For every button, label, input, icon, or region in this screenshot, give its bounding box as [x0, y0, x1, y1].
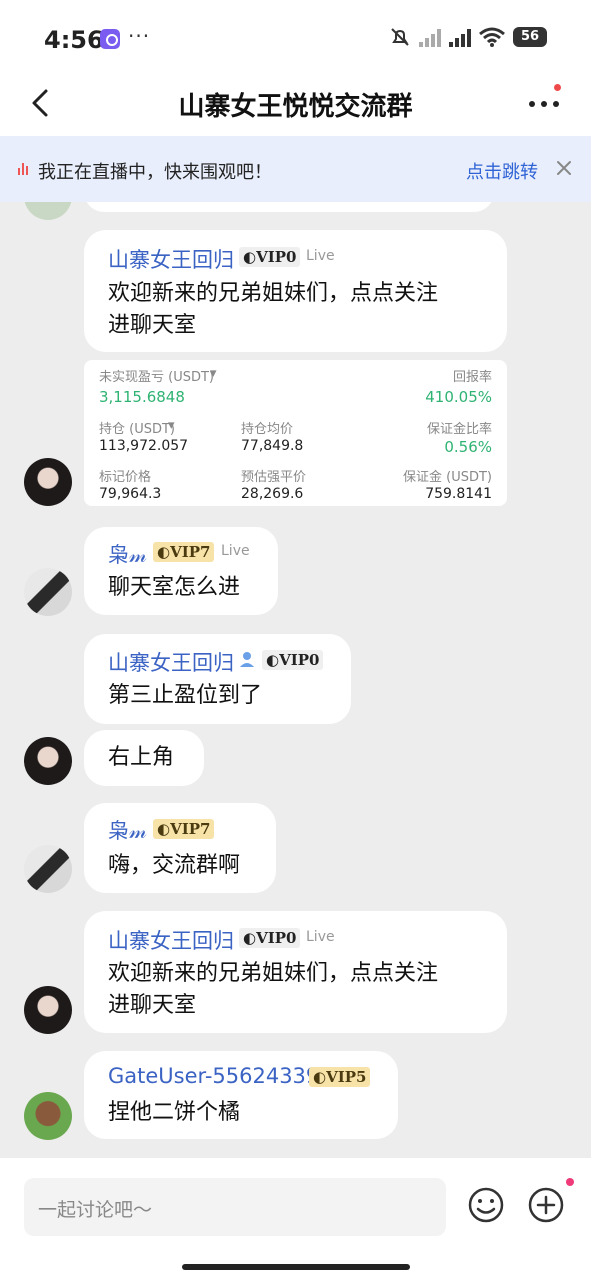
chat-header: 山寨女王悦悦交流群	[0, 72, 591, 136]
message-text: 第三止盈位到了	[108, 683, 263, 708]
message-text: 捏他二饼个橘	[108, 1100, 241, 1125]
message-text: 欢迎新来的兄弟姐妹们，点点关注	[108, 961, 439, 986]
wifi-icon	[479, 27, 505, 47]
signal-icon-2	[449, 27, 471, 47]
status-time: 4:56	[44, 26, 104, 54]
vip-badge: ◐VIP5	[309, 1067, 371, 1087]
dropdown-caret-icon[interactable]: ▾	[210, 366, 217, 381]
more-options-icon[interactable]	[527, 90, 561, 118]
avatar-partial	[24, 202, 72, 220]
username[interactable]: 山寨女王回归	[108, 647, 234, 677]
home-indicator[interactable]	[182, 1264, 410, 1270]
pnl-label: 未实现盈亏 (USDT)	[99, 370, 214, 385]
liq-label: 预估强平价	[241, 470, 307, 485]
username[interactable]: 枭𝓂	[108, 539, 147, 569]
entry-label: 持仓均价	[241, 422, 294, 437]
username[interactable]: 枭𝓂	[108, 815, 147, 845]
size-label: 持仓 (USDT)	[99, 422, 175, 437]
user-icon	[240, 652, 254, 667]
username[interactable]: 山寨女王回归	[108, 925, 234, 955]
liq-value: 28,269.6	[241, 486, 304, 502]
username[interactable]: GateUser-55624339	[108, 1064, 319, 1088]
live-banner-text: 我正在直播中，快来围观吧！	[38, 162, 272, 183]
live-tag: Live	[221, 543, 250, 559]
roe-label: 回报率	[452, 370, 492, 385]
dropdown-caret-icon[interactable]: ▾	[168, 418, 175, 433]
live-banner[interactable]: 我正在直播中，快来围观吧！ 点击跳转	[0, 136, 591, 202]
mute-bell-icon	[391, 28, 409, 46]
mark-label: 标记价格	[99, 470, 152, 485]
position-card[interactable]: 未实现盈亏 (USDT) ▾ 回报率 3,115.6848 410.05% 持仓…	[84, 360, 507, 506]
app-notification-icon	[100, 29, 120, 49]
input-placeholder: 一起讨论吧～	[38, 1199, 153, 1221]
roe-value: 410.05%	[425, 388, 492, 406]
more-notifications-icon: ···	[128, 24, 151, 48]
margin-ratio-label: 保证金比率	[426, 422, 492, 437]
vip-badge: ◐VIP7	[153, 542, 215, 562]
message-text: 欢迎新来的兄弟姐妹们，点点关注	[108, 281, 439, 306]
jump-link[interactable]: 点击跳转	[466, 158, 538, 184]
message-input[interactable]: 一起讨论吧～	[24, 1178, 446, 1236]
mark-value: 79,964.3	[99, 486, 162, 502]
page-title: 山寨女王悦悦交流群	[178, 92, 413, 122]
avatar[interactable]	[24, 986, 72, 1034]
avatar[interactable]	[24, 845, 72, 893]
avatar[interactable]	[24, 737, 72, 785]
margin-ratio-value: 0.56%	[444, 438, 492, 456]
entry-value: 77,849.8	[241, 438, 304, 454]
margin-label: 保证金 (USDT)	[403, 470, 492, 485]
avatar[interactable]	[24, 458, 72, 506]
live-indicator-icon	[18, 163, 28, 175]
live-tag: Live	[306, 248, 335, 264]
vip-badge: ◐VIP7	[153, 819, 215, 839]
notification-dot	[566, 1178, 574, 1186]
input-bar: 一起讨论吧～	[0, 1158, 591, 1280]
close-icon[interactable]	[554, 158, 574, 178]
message-text: 聊天室怎么进	[108, 575, 241, 600]
status-bar: 4:56 ··· 56	[0, 0, 591, 72]
message-bubble-partial	[84, 202, 494, 212]
emoji-icon[interactable]	[467, 1186, 505, 1224]
live-tag: Live	[306, 929, 335, 945]
message-text: 右上角	[108, 745, 175, 770]
margin-value: 759.8141	[425, 486, 492, 502]
vip-badge: ◐VIP0	[239, 247, 301, 267]
notification-dot	[554, 84, 561, 91]
plus-icon[interactable]	[527, 1186, 565, 1224]
signal-icon-1	[419, 27, 441, 47]
status-icons: 56	[389, 26, 547, 48]
username[interactable]: 山寨女王回归	[108, 244, 234, 274]
chat-messages[interactable]: 山寨女王回归 ◐VIP0 Live 欢迎新来的兄弟姐妹们，点点关注 进聊天室 未…	[0, 202, 591, 1158]
vip-badge: ◐VIP0	[262, 650, 324, 670]
message-text: 进聊天室	[108, 313, 197, 338]
size-value: 113,972.057	[99, 438, 189, 454]
pnl-value: 3,115.6848	[99, 388, 185, 406]
message-text: 嗨，交流群啊	[108, 853, 241, 878]
message-text: 进聊天室	[108, 993, 197, 1018]
vip-badge: ◐VIP0	[239, 928, 301, 948]
avatar[interactable]	[24, 1092, 72, 1140]
avatar[interactable]	[24, 568, 72, 616]
battery-icon: 56	[513, 27, 547, 47]
